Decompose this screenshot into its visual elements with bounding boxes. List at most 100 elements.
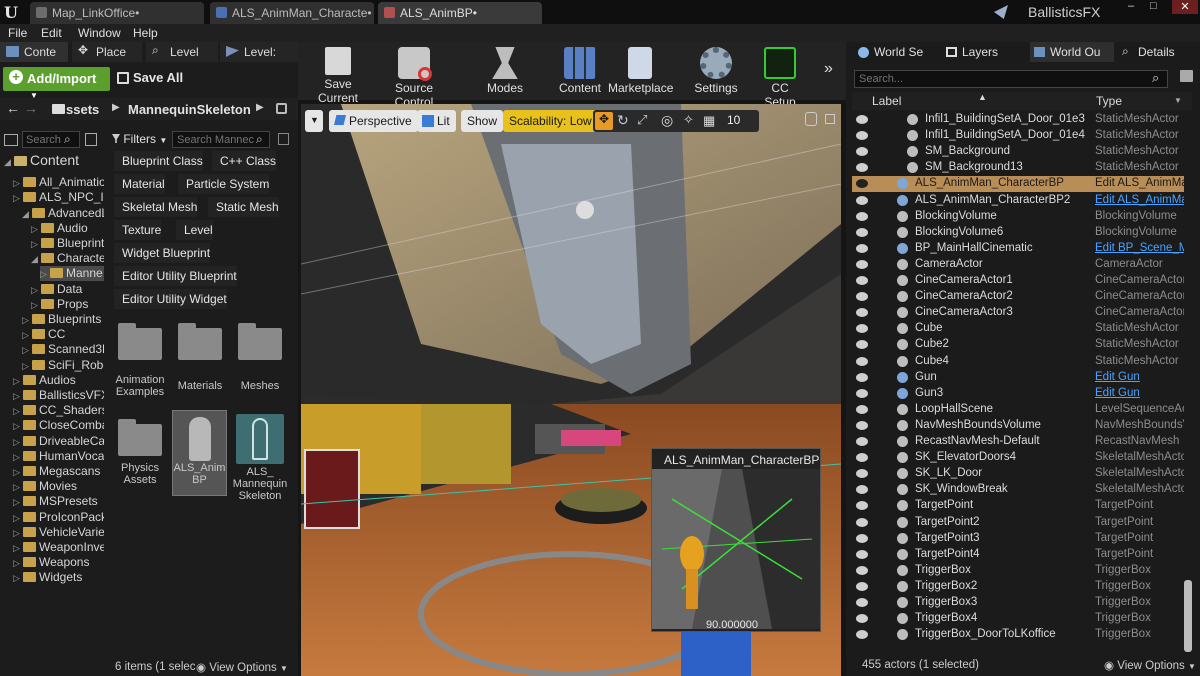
visibility-eye-icon[interactable] xyxy=(856,404,868,414)
view-options-button[interactable]: ◉ View Options ▼ xyxy=(196,660,288,674)
outliner-row[interactable]: TriggerBox4 TriggerBox xyxy=(852,611,1184,627)
visibility-eye-icon[interactable] xyxy=(856,614,868,624)
close-button[interactable]: ✕ xyxy=(1172,0,1198,14)
collapsed-arrow-icon[interactable]: ▷ xyxy=(22,361,30,372)
viewport-menu-button[interactable]: ▼ xyxy=(305,110,323,132)
scalability-button[interactable]: Scalability: Low xyxy=(503,110,598,132)
outliner-row[interactable]: BlockingVolume6 BlockingVolume xyxy=(852,225,1184,241)
settings-button[interactable]: Settings xyxy=(690,44,742,98)
outliner-row[interactable]: CineCameraActor3 CineCameraActor xyxy=(852,305,1184,321)
folder-tree-item[interactable]: ▷ Megascans xyxy=(13,464,104,479)
filter-button[interactable]: Blueprint Class xyxy=(114,151,203,171)
folder-tree-item[interactable]: ▷ BallisticsVFX xyxy=(13,388,104,403)
filter-button[interactable]: Texture xyxy=(114,220,162,240)
collapsed-arrow-icon[interactable]: ▷ xyxy=(13,513,21,524)
source-control-status-icon[interactable] xyxy=(994,5,1008,19)
menu-help[interactable]: Help xyxy=(133,26,158,40)
visibility-eye-icon[interactable] xyxy=(856,308,868,318)
outliner-row[interactable]: TargetPoint2 TargetPoint xyxy=(852,515,1184,531)
visibility-eye-icon[interactable] xyxy=(856,276,868,285)
folder-tree-item[interactable]: ▷ DriveableCa xyxy=(13,434,104,449)
visibility-eye-icon[interactable] xyxy=(856,437,868,446)
folder-tree-item[interactable]: ▷ Weapons xyxy=(13,555,104,570)
save-current-button[interactable]: Save Current xyxy=(304,44,372,105)
filter-button[interactable]: Material xyxy=(114,174,165,194)
outliner-row[interactable]: RecastNavMesh-Default RecastNavMesh xyxy=(852,434,1184,450)
menu-file[interactable]: File xyxy=(8,26,27,40)
collapsed-arrow-icon[interactable]: ▷ xyxy=(13,467,21,478)
filter-button[interactable]: C++ Class xyxy=(212,151,277,171)
visibility-eye-icon[interactable] xyxy=(856,517,868,527)
translate-icon[interactable]: ✥ xyxy=(595,112,613,130)
visibility-eye-icon[interactable] xyxy=(856,501,868,511)
visibility-eye-icon[interactable] xyxy=(856,227,868,237)
grid-snap-value[interactable]: 10 xyxy=(727,113,740,127)
visibility-eye-icon[interactable] xyxy=(856,630,868,640)
filter-button[interactable]: Level xyxy=(176,220,213,240)
outliner-row[interactable]: TargetPoint3 TargetPoint xyxy=(852,531,1184,547)
actor-type[interactable]: Edit ALS_AnimMa xyxy=(1095,177,1184,189)
visibility-eye-icon[interactable] xyxy=(856,533,868,543)
outliner-row[interactable]: TargetPoint TargetPoint xyxy=(852,498,1184,514)
tab-character-bp[interactable]: ALS_AnimMan_Characte• xyxy=(210,2,374,24)
visibility-eye-icon[interactable] xyxy=(856,485,868,495)
outliner-row[interactable]: SK_WindowBreak SkeletalMeshActor xyxy=(852,482,1184,498)
collapsed-arrow-icon[interactable]: ▷ xyxy=(13,528,21,539)
source-control-button[interactable]: Source Control xyxy=(376,44,452,109)
visibility-eye-icon[interactable] xyxy=(856,259,868,269)
show-button[interactable]: Show xyxy=(461,110,504,132)
folder-tree-item[interactable]: ▷ WeaponInve xyxy=(13,540,104,555)
tab-world-settings[interactable]: World Se xyxy=(854,42,923,62)
visibility-eye-icon[interactable] xyxy=(856,549,868,559)
visibility-eye-icon[interactable] xyxy=(856,147,868,157)
outliner-row[interactable]: Infil1_BuildingSetA_Door_01e3 StaticMeshA… xyxy=(852,112,1184,128)
modes-button[interactable]: Modes xyxy=(478,44,532,98)
visibility-eye-icon[interactable] xyxy=(856,163,868,173)
outliner-scrollbar[interactable] xyxy=(1184,580,1192,652)
visibility-eye-icon[interactable] xyxy=(856,131,868,141)
visibility-eye-icon[interactable] xyxy=(856,356,868,366)
folder-tree-item[interactable]: ▷ ProIconPack xyxy=(13,510,104,525)
level-viewport[interactable]: ▼ Perspective Lit Show Scalability: Low … xyxy=(301,104,841,676)
collapsed-arrow-icon[interactable]: ▷ xyxy=(13,391,21,402)
tab-map[interactable]: Map_LinkOffice• xyxy=(30,2,204,24)
column-type[interactable]: Type xyxy=(1096,94,1122,108)
outliner-row[interactable]: Cube StaticMeshActor xyxy=(852,321,1184,337)
collapsed-arrow-icon[interactable]: ▷ xyxy=(13,543,21,554)
outliner-row[interactable]: SK_LK_Door SkeletalMeshActor xyxy=(852,466,1184,482)
world-local-icon[interactable]: ◎ xyxy=(661,112,673,129)
visibility-eye-icon[interactable] xyxy=(856,453,868,463)
outliner-row[interactable]: Cube2 StaticMeshActor xyxy=(852,337,1184,353)
filter-button[interactable]: Particle System xyxy=(178,174,270,194)
outliner-row[interactable]: TriggerBox_DoorToLKoffice TriggerBox xyxy=(852,627,1184,643)
cc-setup-button[interactable]: CC Setup xyxy=(754,44,806,109)
collapsed-arrow-icon[interactable]: ▷ xyxy=(13,573,21,584)
outliner-row[interactable]: SK_ElevatorDoors4 SkeletalMeshActor xyxy=(852,450,1184,466)
visibility-eye-icon[interactable] xyxy=(856,115,868,124)
maximize-viewport-icon[interactable] xyxy=(805,112,817,126)
outliner-row[interactable]: TriggerBox2 TriggerBox xyxy=(852,579,1184,595)
outliner-view-options-button[interactable]: ◉ View Options ▼ xyxy=(1104,658,1196,672)
outliner-row[interactable]: Gun3 Edit Gun xyxy=(852,386,1184,402)
rotate-icon[interactable]: ↻ xyxy=(617,112,629,129)
outliner-row[interactable]: BP_MainHallCinematic Edit BP_Scene_M xyxy=(852,241,1184,257)
grid-snap-icon[interactable]: ▦ xyxy=(703,113,715,129)
folder-icon[interactable] xyxy=(178,323,222,360)
visibility-eye-icon[interactable] xyxy=(856,420,868,430)
outliner-row[interactable]: BlockingVolume BlockingVolume xyxy=(852,209,1184,225)
folder-tree-item[interactable]: ▷ Widgets xyxy=(13,570,104,585)
filter-button[interactable]: Widget Blueprint xyxy=(114,243,211,263)
outliner-row[interactable]: ALS_AnimMan_CharacterBP2 Edit ALS_AnimMa xyxy=(852,193,1184,209)
content-button[interactable]: Content xyxy=(552,44,608,98)
outliner-search-input[interactable] xyxy=(854,70,1168,88)
outliner-row[interactable]: CineCameraActor1 CineCameraActor xyxy=(852,273,1184,289)
folder-tree-item[interactable]: ▷ SciFi_Robo xyxy=(22,358,104,373)
actor-type[interactable]: Edit Gun xyxy=(1095,387,1184,399)
collapsed-arrow-icon[interactable]: ▷ xyxy=(13,421,21,432)
outliner-row[interactable]: Infil1_BuildingSetA_Door_01e4 StaticMeshA… xyxy=(852,128,1184,144)
folder-tree-item[interactable]: ▷ Movies xyxy=(13,479,104,494)
visibility-eye-icon[interactable] xyxy=(856,598,868,607)
surface-snap-icon[interactable]: ✧ xyxy=(683,112,694,128)
visibility-eye-icon[interactable] xyxy=(856,195,868,205)
collapsed-arrow-icon[interactable]: ▷ xyxy=(13,482,21,493)
